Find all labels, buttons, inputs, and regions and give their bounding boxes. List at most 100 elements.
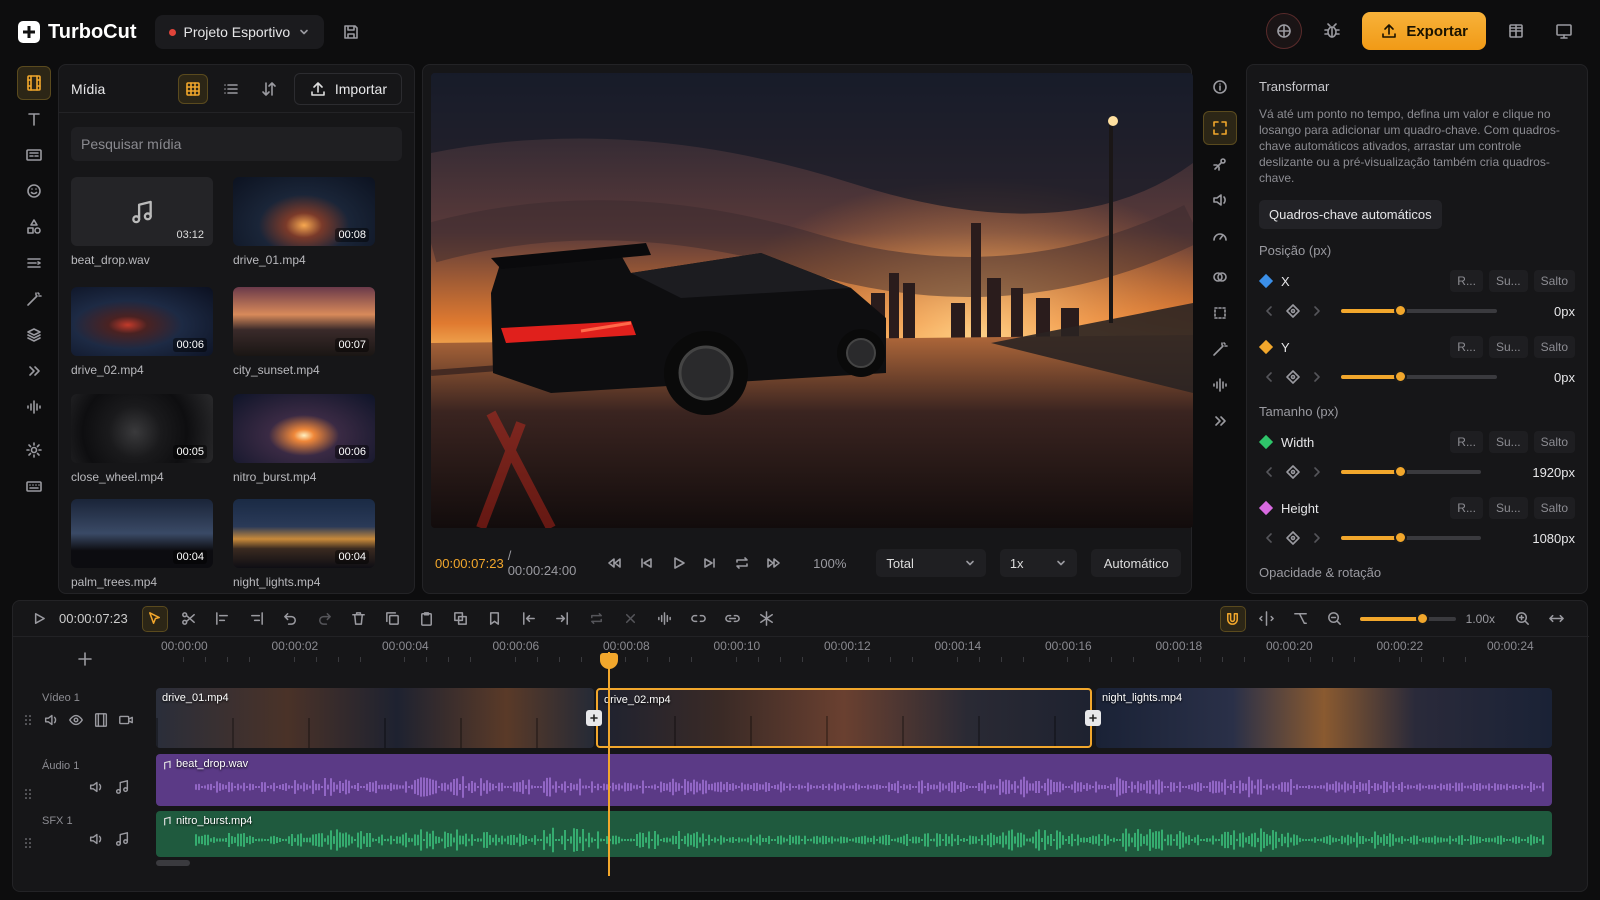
sort-button[interactable] — [254, 74, 284, 104]
quality-select[interactable]: Automático — [1091, 549, 1182, 577]
rail-motion[interactable] — [1203, 147, 1237, 181]
timeline-ruler[interactable]: 00:00:00 00:00:02 00:00:04 00:00:06 00:00:08… — [157, 637, 1589, 683]
next-keyframe-icon[interactable] — [1311, 371, 1323, 383]
split-tool[interactable] — [176, 606, 202, 632]
delete-button[interactable] — [346, 606, 372, 632]
media-item[interactable]: 00:06 nitro_burst.mp4 — [233, 394, 375, 484]
music-note-icon[interactable] — [114, 831, 130, 847]
snap-toggle[interactable] — [1219, 605, 1246, 632]
drag-handle-icon[interactable] — [22, 788, 34, 800]
unlink-button[interactable] — [686, 606, 712, 632]
rail-keyboard[interactable] — [17, 469, 51, 503]
rail-effects[interactable] — [17, 210, 51, 244]
rail-volume[interactable] — [1203, 183, 1237, 217]
display-button[interactable] — [1546, 13, 1582, 49]
rail-stickers[interactable] — [17, 174, 51, 208]
video-clip[interactable]: night_lights.mp4 — [1096, 688, 1552, 748]
video-clip-selected[interactable]: drive_02.mp4 — [596, 688, 1092, 748]
undo-button[interactable] — [278, 606, 304, 632]
prev-keyframe-icon[interactable] — [1263, 466, 1275, 478]
rail-magic[interactable] — [1203, 332, 1237, 366]
video-preview[interactable] — [431, 73, 1193, 528]
property-slider[interactable] — [1341, 531, 1481, 544]
layout-button[interactable] — [1498, 13, 1534, 49]
rail-media[interactable] — [17, 66, 51, 100]
sfx-clip[interactable]: nitro_burst.mp4 — [156, 811, 1552, 857]
rail-expand[interactable] — [1203, 404, 1237, 438]
next-keyframe-icon[interactable] — [1311, 466, 1323, 478]
camera-icon[interactable] — [118, 712, 134, 728]
step-back-button[interactable] — [637, 554, 655, 572]
link-button[interactable] — [720, 606, 746, 632]
rail-settings[interactable] — [17, 433, 51, 467]
list-view-button[interactable] — [216, 74, 246, 104]
sub-button[interactable]: Su... — [1488, 497, 1528, 519]
media-item[interactable]: 03:12 beat_drop.wav — [71, 177, 213, 267]
extensions-button[interactable] — [1266, 13, 1303, 49]
rail-transform[interactable] — [1203, 111, 1237, 145]
select-tool[interactable] — [141, 605, 168, 632]
save-button[interactable] — [342, 23, 360, 41]
duplicate-button[interactable] — [380, 606, 406, 632]
redo-button[interactable] — [312, 606, 338, 632]
split-at-playhead-button[interactable] — [1254, 606, 1280, 632]
speaker-icon[interactable] — [43, 712, 59, 728]
export-button[interactable]: Exportar — [1362, 12, 1486, 50]
jump-button[interactable]: Salto — [1533, 497, 1575, 519]
video-clip[interactable]: drive_01.mp4 — [156, 688, 594, 748]
align-left-button[interactable] — [210, 606, 236, 632]
rail-captions[interactable] — [17, 138, 51, 172]
jump-button[interactable]: Salto — [1533, 270, 1575, 292]
keyframe-diamond-icon[interactable] — [1285, 464, 1301, 480]
view-select[interactable]: Total — [876, 549, 986, 577]
media-item[interactable]: 00:04 night_lights.mp4 — [233, 499, 375, 589]
rail-filters[interactable] — [17, 282, 51, 316]
music-note-icon[interactable] — [114, 779, 130, 795]
paste-button[interactable] — [414, 606, 440, 632]
jump-button[interactable]: Salto — [1533, 431, 1575, 453]
drag-handle-icon[interactable] — [22, 837, 34, 849]
jump-button[interactable]: Salto — [1533, 336, 1575, 358]
rail-speed[interactable] — [1203, 219, 1237, 253]
film-icon[interactable] — [93, 712, 109, 728]
audio-clip[interactable]: beat_drop.wav — [156, 754, 1552, 806]
prev-keyframe-icon[interactable] — [1263, 532, 1275, 544]
marker-button[interactable] — [482, 606, 508, 632]
zoom-knob[interactable] — [1415, 611, 1429, 625]
rail-more[interactable] — [17, 354, 51, 388]
keyframe-diamond-icon[interactable] — [1285, 303, 1301, 319]
timeline-play-button[interactable] — [25, 606, 51, 632]
audio-split-button[interactable] — [652, 606, 678, 632]
playhead[interactable] — [608, 652, 610, 876]
media-item[interactable]: 00:05 close_wheel.mp4 — [71, 394, 213, 484]
keyframe-diamond-icon[interactable] — [1285, 369, 1301, 385]
group-button[interactable] — [448, 606, 474, 632]
rail-transitions[interactable] — [17, 246, 51, 280]
reset-button[interactable]: R... — [1450, 431, 1483, 453]
rail-layers[interactable] — [17, 318, 51, 352]
property-slider[interactable] — [1341, 304, 1497, 317]
prev-keyframe-icon[interactable] — [1263, 305, 1275, 317]
next-keyframe-icon[interactable] — [1311, 532, 1323, 544]
slider-knob[interactable] — [1394, 370, 1408, 383]
eye-icon[interactable] — [68, 712, 84, 728]
freeze-button[interactable] — [754, 606, 780, 632]
reset-button[interactable]: R... — [1450, 270, 1483, 292]
speaker-icon[interactable] — [88, 831, 104, 847]
project-selector[interactable]: Projeto Esportivo — [154, 15, 325, 49]
trim-end-button[interactable] — [550, 606, 576, 632]
media-item[interactable]: 00:04 palm_trees.mp4 — [71, 499, 213, 589]
sub-button[interactable]: Su... — [1488, 336, 1528, 358]
slider-knob[interactable] — [1393, 531, 1407, 544]
timeline-zoom-slider[interactable] — [1359, 611, 1456, 625]
skip-back-button[interactable] — [605, 554, 623, 572]
sub-button[interactable]: Su... — [1488, 270, 1528, 292]
add-track-button[interactable] — [73, 647, 97, 671]
step-forward-button[interactable] — [701, 554, 719, 572]
preview-zoom[interactable]: 100% — [813, 556, 846, 571]
property-slider[interactable] — [1341, 370, 1497, 383]
media-item[interactable]: 00:08 drive_01.mp4 — [233, 177, 375, 267]
keyframe-diamond-icon[interactable] — [1285, 530, 1301, 546]
transition-handle-right[interactable] — [1085, 710, 1101, 726]
drag-handle-icon[interactable] — [22, 714, 34, 726]
